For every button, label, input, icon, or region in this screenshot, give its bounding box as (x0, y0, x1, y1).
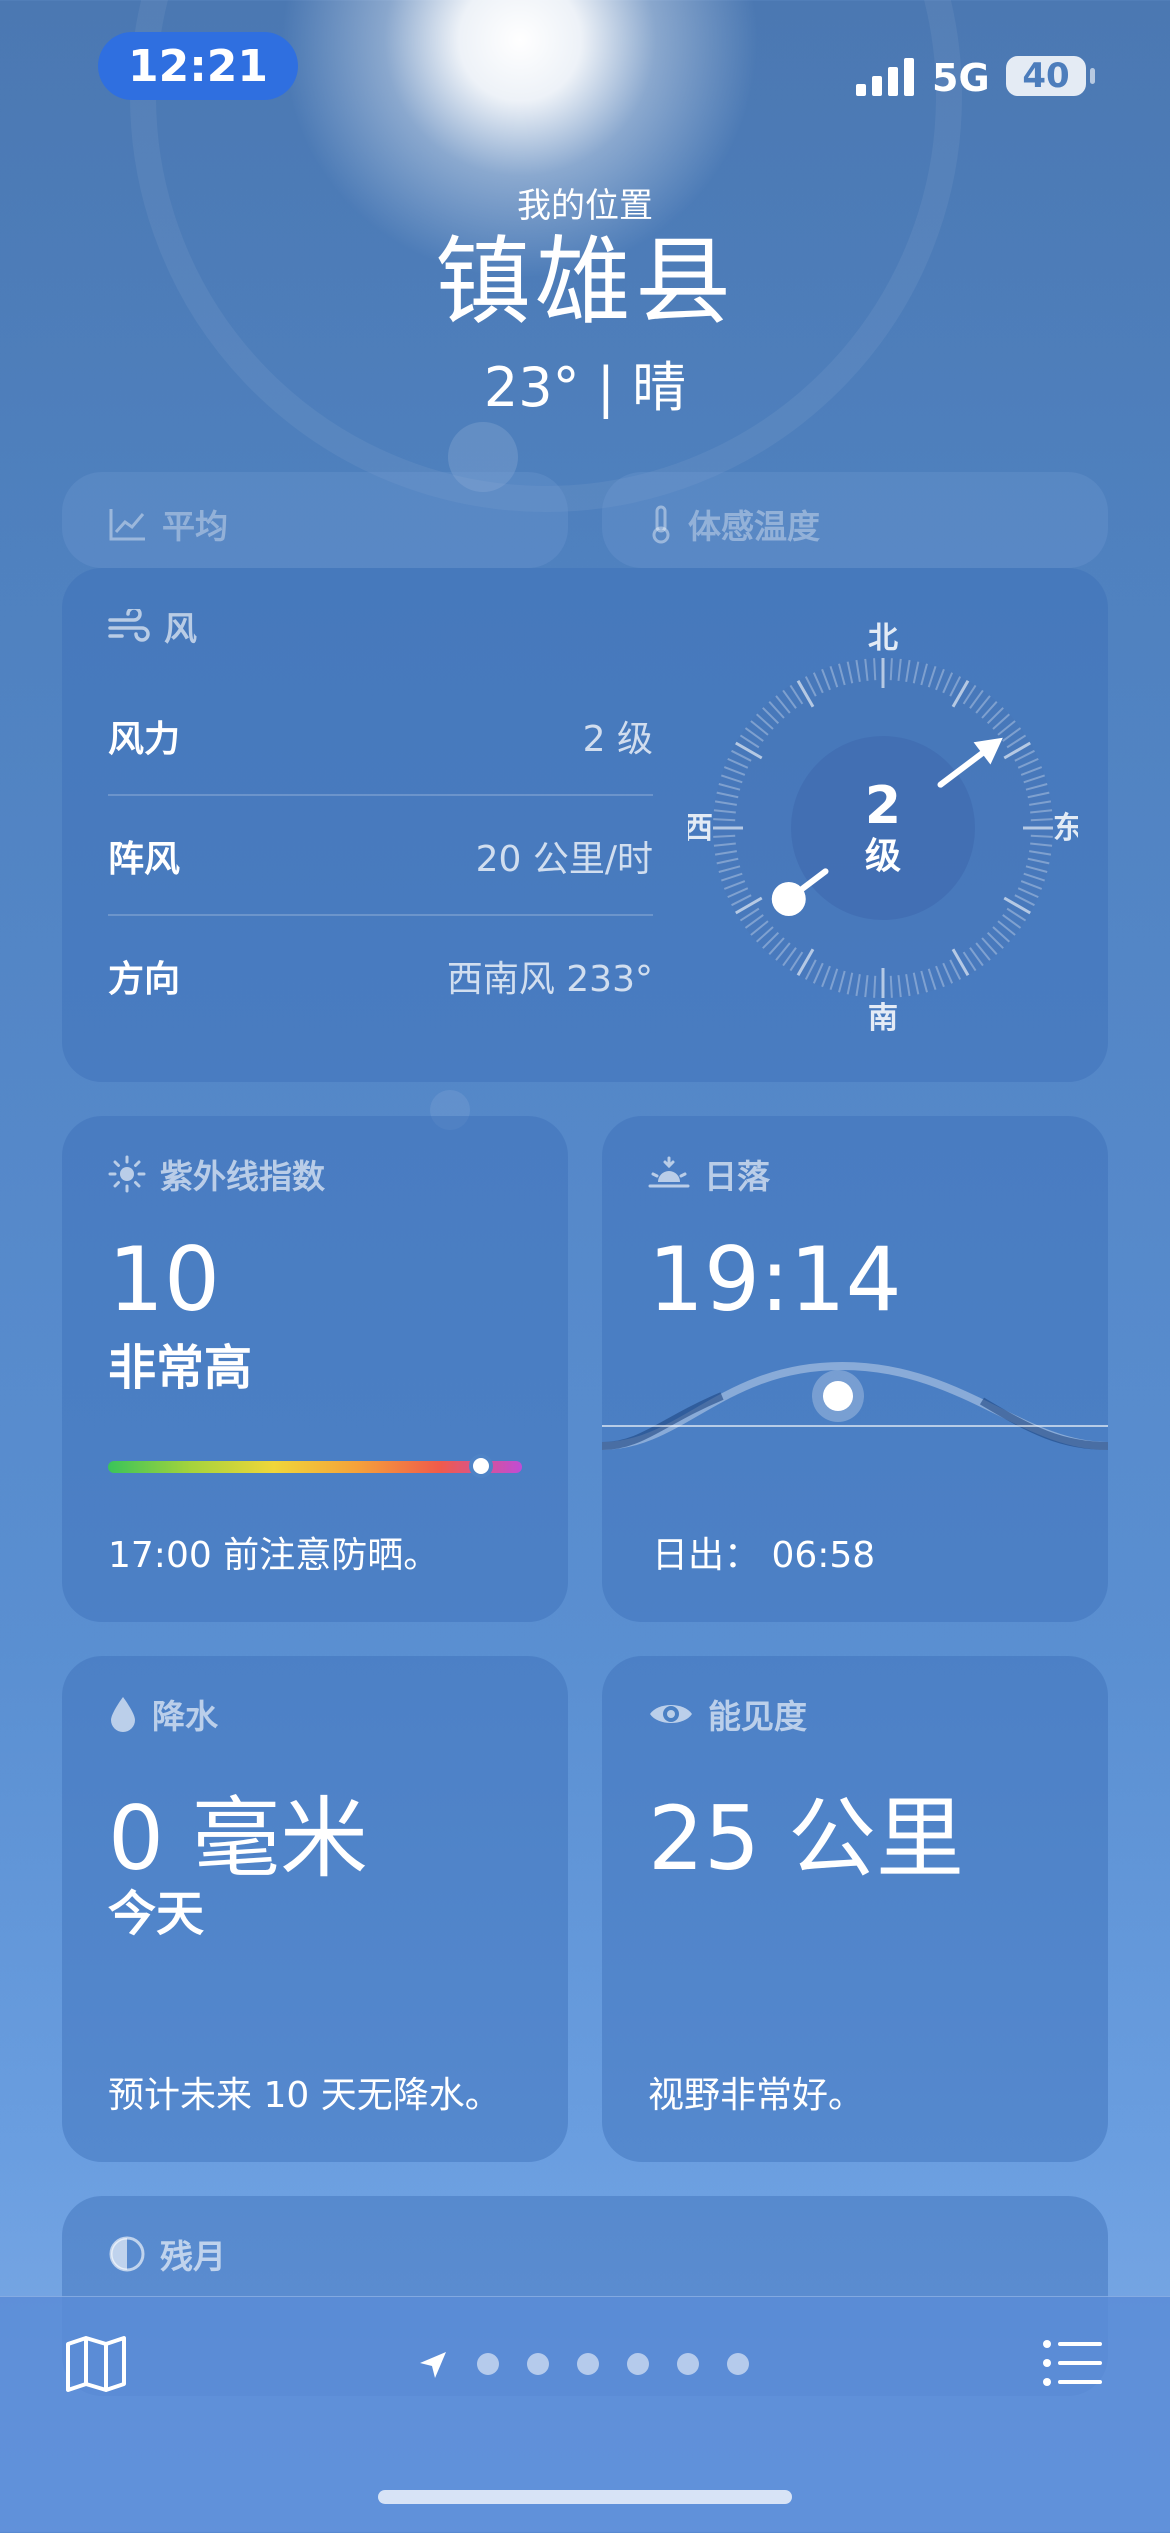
uv-value: 10 (108, 1228, 220, 1331)
wind-force-label: 风力 (108, 719, 181, 760)
visibility-card[interactable]: 能见度 25 公里 视野非常好。 (602, 1656, 1108, 2162)
compass-west: 西 (688, 811, 713, 846)
current-location-arrow-icon[interactable] (416, 2348, 450, 2382)
precipitation-card-title: 降水 (108, 1690, 218, 1738)
compass-level: 2 (865, 776, 901, 836)
wind-direction-row: 方向 西南风 233° (108, 916, 653, 1036)
moon-phase-icon (109, 2236, 145, 2272)
my-location-label: 我的位置 (517, 186, 653, 226)
compass-east: 东 (1053, 811, 1078, 846)
battery-tip (1090, 68, 1095, 84)
wind-card-title: 风 (108, 602, 197, 650)
trend-chart-icon (109, 509, 145, 541)
moon-card-label: 残月 (160, 2237, 226, 2276)
wind-compass: 北 南 西 东 2 级 (688, 621, 1078, 1036)
compass-tick (889, 975, 893, 998)
compass-tick (889, 658, 893, 681)
feels-like-card[interactable]: 体感温度 (602, 472, 1108, 568)
battery-icon: 40 (1006, 56, 1086, 96)
uv-note: 17:00 前注意防晒。 (108, 1535, 440, 1576)
location-header: 我的位置 镇雄县 23° | 晴 (0, 170, 1170, 422)
sunset-icon (648, 1156, 690, 1188)
sun-icon (108, 1155, 146, 1193)
moon-card-title: 残月 (108, 2230, 226, 2278)
weather-summary: 23° | 晴 (483, 356, 687, 419)
sunrise-time: 日出： 06:58 (652, 1535, 876, 1576)
wind-card[interactable]: 风 风力 2 级 阵风 20 公里/时 方向 西南风 233° 北 南 西 东 … (62, 568, 1108, 1082)
sunset-time: 19:14 (648, 1228, 902, 1331)
home-indicator[interactable] (378, 2490, 792, 2504)
city-name: 镇雄县 (435, 226, 735, 338)
wind-direction-label: 方向 (108, 959, 181, 1000)
compass-tick (873, 658, 877, 681)
precipitation-card-label: 降水 (152, 1697, 218, 1736)
wind-card-label: 风 (164, 609, 197, 648)
map-icon[interactable] (64, 2334, 128, 2394)
raindrop-icon (111, 1697, 135, 1732)
uv-scale-marker (468, 1454, 493, 1478)
status-bar: 12:21 5G 40 (0, 0, 1170, 130)
wind-direction-value: 西南风 233° (446, 959, 653, 1000)
average-card-title: 平均 (108, 500, 228, 548)
wind-force-row: 风力 2 级 (108, 676, 653, 796)
feels-like-card-title: 体感温度 (648, 500, 820, 548)
cellular-signal-icon (856, 58, 914, 96)
wind-force-value: 2 级 (582, 719, 653, 760)
wind-arrow-origin (771, 882, 806, 917)
compass-tick (713, 818, 736, 822)
page-indicator-dot[interactable] (677, 2353, 699, 2375)
sunset-card-label: 日落 (704, 1157, 770, 1196)
uv-card-title: 紫外线指数 (108, 1150, 325, 1198)
wind-gust-row: 阵风 20 公里/时 (108, 796, 653, 916)
compass-south: 南 (868, 1001, 898, 1036)
thermometer-icon (652, 505, 670, 544)
sunset-card[interactable]: 日落 19:14 日出： 06:58 (602, 1116, 1108, 1622)
page-indicator-dot[interactable] (577, 2353, 599, 2375)
list-icon[interactable] (1042, 2338, 1104, 2388)
precipitation-note: 预计未来 10 天无降水。 (108, 2075, 501, 2116)
precipitation-period: 今天 (108, 1886, 205, 1942)
feels-like-card-label: 体感温度 (688, 507, 820, 546)
average-card[interactable]: 平均 (62, 472, 568, 568)
uv-scale-bar (108, 1461, 522, 1473)
uv-index-card[interactable]: 紫外线指数 10 非常高 17:00 前注意防晒。 (62, 1116, 568, 1622)
page-indicator-dot[interactable] (527, 2353, 549, 2375)
compass-tick (1030, 818, 1053, 822)
wind-gust-value: 20 公里/时 (475, 839, 653, 880)
eye-icon (650, 1705, 692, 1723)
sunset-card-title: 日落 (648, 1150, 770, 1198)
average-card-label: 平均 (162, 507, 228, 546)
battery-level: 40 (1022, 56, 1070, 96)
status-time[interactable]: 12:21 (98, 32, 298, 100)
visibility-value: 25 公里 (648, 1787, 964, 1890)
visibility-card-label: 能见度 (708, 1697, 807, 1736)
compass-tick (873, 975, 877, 998)
page-indicator-dot[interactable] (477, 2353, 499, 2375)
compass-tick (1030, 834, 1053, 838)
wind-gust-label: 阵风 (108, 839, 181, 880)
compass-unit: 级 (865, 836, 901, 877)
uv-level: 非常高 (108, 1340, 253, 1396)
compass-tick (713, 834, 736, 838)
network-type: 5G (932, 56, 990, 100)
uv-card-label: 紫外线指数 (160, 1157, 325, 1196)
page-indicator-dot[interactable] (627, 2353, 649, 2375)
visibility-note: 视野非常好。 (648, 2075, 865, 2116)
page-indicator-dot[interactable] (727, 2353, 749, 2375)
visibility-card-title: 能见度 (648, 1690, 807, 1738)
sun-path-chart (602, 1361, 1108, 1450)
wind-icon (108, 609, 150, 642)
compass-north: 北 (868, 621, 898, 656)
precipitation-card[interactable]: 降水 0 毫米 今天 预计未来 10 天无降水。 (62, 1656, 568, 2162)
